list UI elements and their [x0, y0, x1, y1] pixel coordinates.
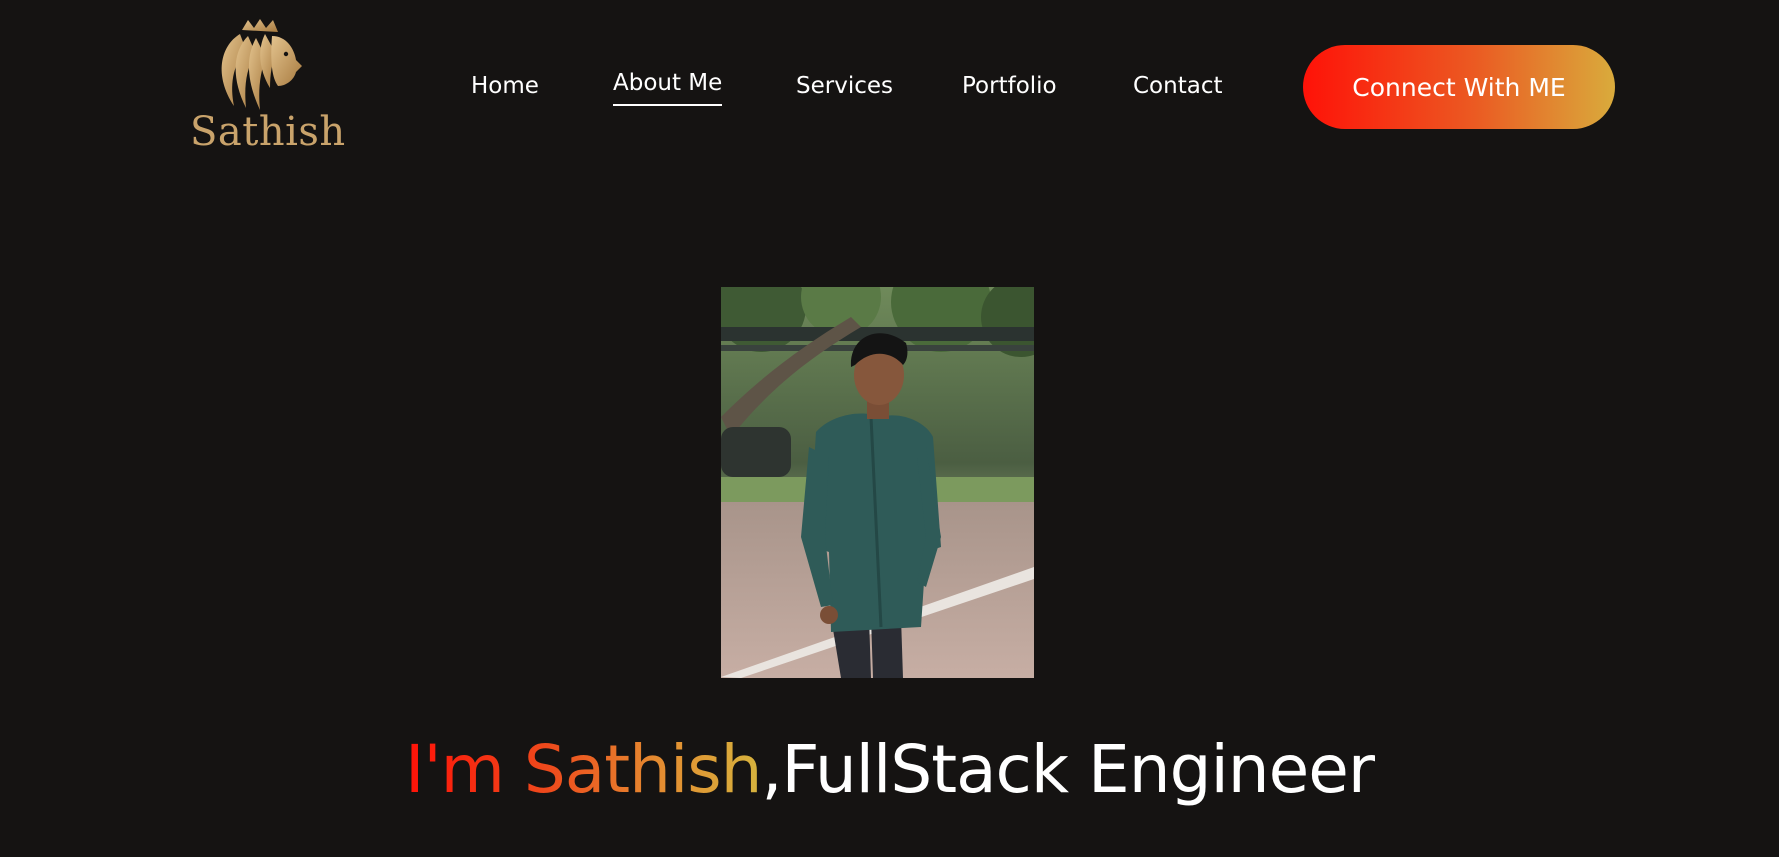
nav-services-link[interactable]: Services [796, 71, 893, 101]
profile-photo-illustration [721, 287, 1034, 678]
headline-rest: ,FullStack Engineer [761, 731, 1375, 808]
main-nav: Home About Me Services Portfolio Contact… [0, 0, 1779, 175]
profile-photo [721, 287, 1034, 678]
nav-portfolio-link[interactable]: Portfolio [962, 71, 1057, 101]
connect-button[interactable]: Connect With ME [1303, 45, 1615, 129]
hero-headline: I'm Sathish,FullStack Engineer [0, 725, 1779, 815]
headline-highlight: I'm Sathish [405, 731, 762, 808]
nav-contact-link[interactable]: Contact [1133, 71, 1222, 101]
nav-about-link[interactable]: About Me [613, 68, 723, 106]
page: Sathish Home About Me Services Portfolio… [0, 0, 1779, 857]
nav-home-link[interactable]: Home [471, 71, 539, 101]
